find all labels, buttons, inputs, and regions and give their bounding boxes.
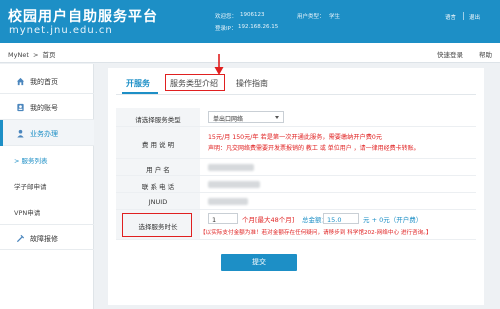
login-name-label: 欢迎您： [215, 14, 238, 20]
row-username: 用 户 名 [116, 159, 476, 176]
top-header: 校园用户自助服务平台 mynet.jnu.edu.cn 欢迎您： 1906123… [0, 0, 500, 43]
sidebar-subitem-label: 学子邮申请 [14, 183, 47, 191]
help-link[interactable]: 帮助 [479, 49, 492, 59]
annotation-highlight-duration [122, 213, 192, 237]
language-link[interactable]: 语言 [445, 13, 456, 21]
sidebar-item-label: 故障报修 [30, 235, 58, 243]
sidebar-item-label: 我的账号 [30, 104, 58, 112]
sidebar-item-account[interactable]: 我的账号 [0, 94, 94, 120]
breadcrumb-bar: MyNet > 首页 快速登录 帮助 [0, 43, 500, 63]
tab-divider [116, 94, 476, 95]
user-type-value: 学生 [329, 14, 341, 20]
logout-link[interactable]: 退出 [469, 13, 480, 21]
sidebar-item-business[interactable]: 业务办理 [0, 120, 94, 146]
total-amount-field: 15.0 [323, 213, 359, 224]
service-type-select[interactable]: 单出口网络 [208, 111, 284, 123]
duration-max-note: 个月[最大48个月] [242, 216, 295, 224]
duration-value: 1 [212, 215, 217, 224]
sidebar-subitem-label: VPN申请 [14, 209, 41, 217]
duration-unit: 个月[最大48个月] [242, 214, 294, 224]
jnuid-label: JNUID [148, 198, 168, 206]
sidebar-item-label: 业务办理 [30, 130, 58, 138]
breadcrumb-root[interactable]: MyNet [8, 51, 29, 59]
row-fee: 费 用 说 明 15元/月 150元/年 若是第一次开通此服务，需要缴纳开户费0… [116, 127, 476, 159]
jnuid-value-redacted [208, 198, 248, 205]
total-amount-value: 15.0 [327, 215, 342, 224]
tab-open-service[interactable]: 开服务 [126, 78, 150, 89]
sidebar-item-repair[interactable]: 故障报修 [0, 224, 94, 250]
username-value-redacted [208, 164, 254, 171]
quick-login-link[interactable]: 快速登录 [437, 49, 463, 59]
sidebar-item-home[interactable]: 我的首页 [0, 68, 94, 94]
main-panel: 开服务 服务类型介绍 操作指南 请选择服务类型 单出口网络 费 用 说 明 15… [108, 68, 484, 305]
phone-value-redacted [208, 181, 260, 188]
submit-button[interactable]: 提交 [221, 254, 297, 271]
user-type-label: 用户类型： [297, 14, 325, 20]
login-ip-value: 192.168.26.15 [238, 24, 279, 30]
service-type-label: 请选择服务类型 [135, 116, 181, 124]
login-name-value: 1906123 [240, 12, 265, 18]
breadcrumb-separator: > [32, 51, 39, 59]
login-ip-label: 登录IP： [215, 26, 237, 32]
user-icon [17, 103, 24, 112]
sidebar: 我的首页 我的账号 业务办理 > 服务列表 学子邮申请 VPN申请 故障报修 [0, 64, 94, 309]
row-jnuid: JNUID [116, 193, 476, 210]
home-icon [16, 77, 25, 86]
sidebar-subitem-service-list[interactable]: > 服务列表 [0, 148, 94, 170]
platform-url: mynet.jnu.edu.cn [9, 25, 113, 36]
active-indicator [0, 120, 3, 146]
sidebar-subitem-vpn[interactable]: VPN申请 [0, 200, 94, 222]
annotation-arrow-icon [214, 54, 224, 75]
tab-guide[interactable]: 操作指南 [236, 78, 268, 89]
platform-title: 校园用户自助服务平台 [8, 9, 158, 25]
row-phone: 联 系 电 话 [116, 176, 476, 193]
row-service-type: 请选择服务类型 单出口网络 [116, 108, 476, 127]
phone-label: 联 系 电 话 [141, 183, 175, 191]
person-icon [17, 129, 24, 138]
fee-label: 费 用 说 明 [141, 141, 175, 149]
total-suffix: 元 + 0元（开户费） [363, 216, 423, 224]
sidebar-subitem-label: > 服务列表 [14, 157, 48, 165]
tools-icon [16, 234, 25, 243]
breadcrumb: MyNet > 首页 [8, 49, 55, 59]
row-duration: 选择服务时长 1 个月[最大48个月] 总金额： 15.0 元 + 0元（开户费… [116, 210, 476, 240]
sidebar-subitem-mail[interactable]: 学子邮申请 [0, 174, 94, 196]
service-type-value: 单出口网络 [213, 116, 244, 123]
amount-warning: 【以实际支付金额为准！若对金额存在任何疑问，请移步到 科学馆202-网络中心 进… [200, 230, 432, 236]
duration-input[interactable]: 1 [208, 213, 238, 224]
fee-prices: 15元/月 150元/年 若是第一次开通此服务，需要缴纳开户费0元 [208, 134, 383, 141]
sidebar-item-label: 我的首页 [30, 78, 58, 86]
annotation-highlight-tab [165, 74, 225, 91]
fee-statement: 声明：凡交网络费需要开发票报销的 教工 或 单位用户 ，请一律用经费卡转账。 [208, 145, 420, 152]
username-label: 用 户 名 [146, 166, 170, 174]
breadcrumb-current: 首页 [42, 51, 56, 59]
chevron-down-icon [275, 116, 279, 119]
header-divider [463, 12, 464, 20]
